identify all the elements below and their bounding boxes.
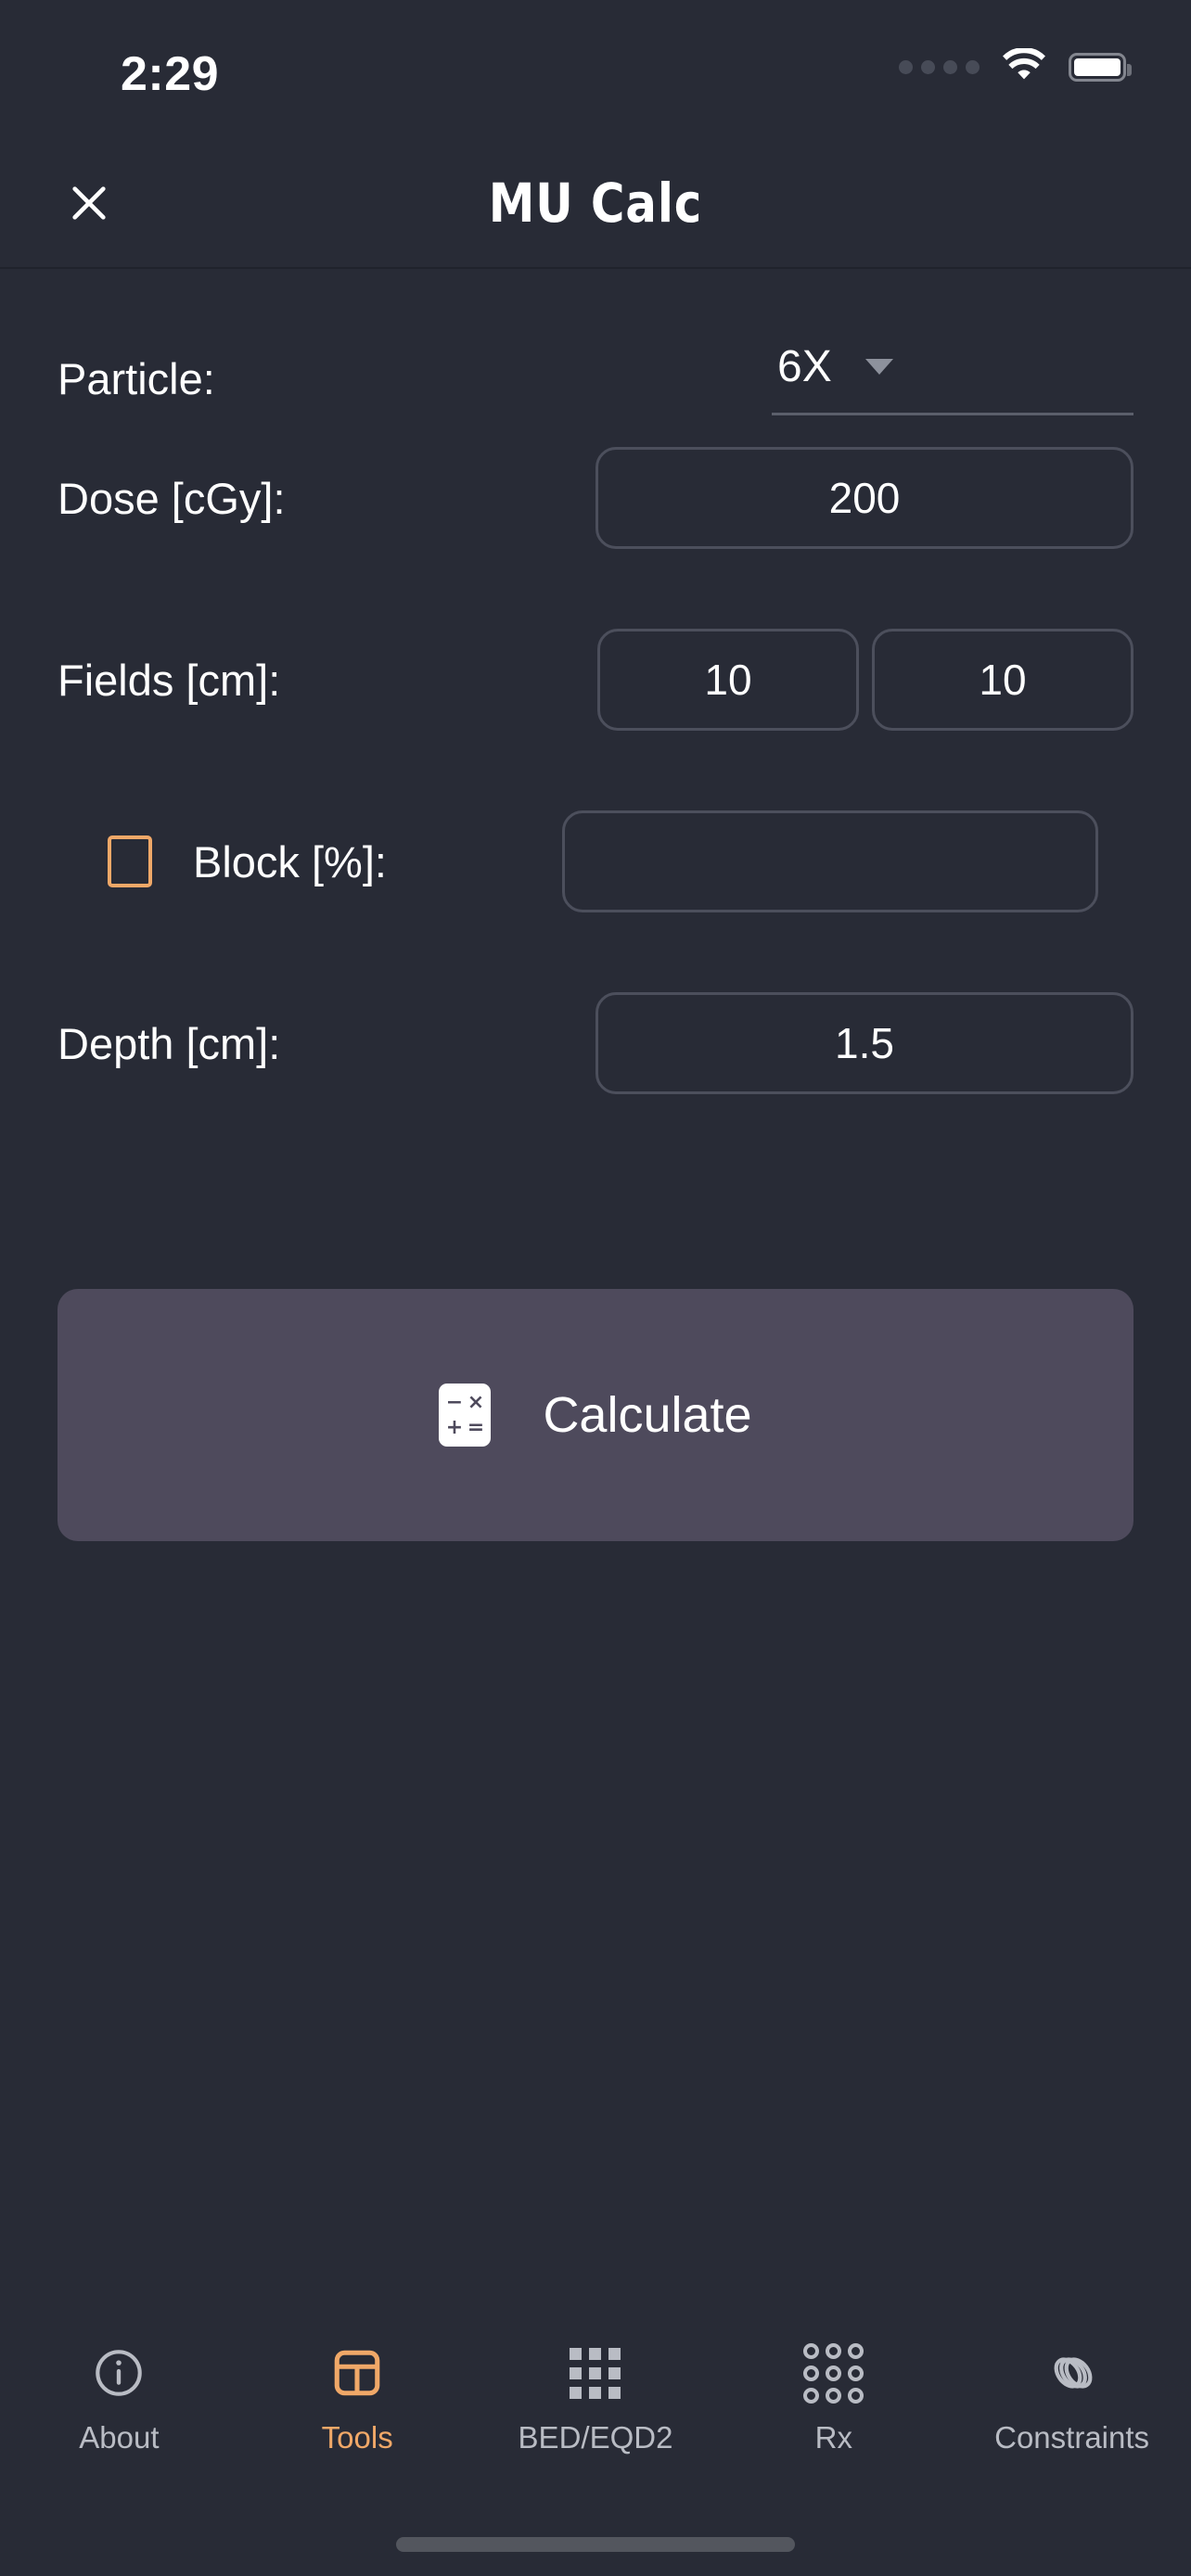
grid-squares-icon: [563, 2340, 628, 2405]
tab-rx-label: Rx: [814, 2420, 852, 2455]
depth-input[interactable]: 1.5: [596, 992, 1133, 1094]
field-x-input[interactable]: 10: [597, 629, 859, 731]
tab-tools[interactable]: Tools: [238, 2340, 477, 2455]
home-indicator-bar[interactable]: [396, 2537, 795, 2552]
cellular-dots-icon: [899, 59, 980, 74]
home-indicator-area: [0, 2513, 1191, 2576]
layout-dashboard-icon: [325, 2340, 390, 2405]
dose-row: Dose [cGy]: 200: [0, 428, 1191, 567]
calculator-icon-equals: =: [467, 1415, 485, 1439]
particle-selected-value: 6X: [777, 342, 832, 391]
block-checkbox[interactable]: [108, 835, 152, 887]
calculator-icon-times: ×: [467, 1390, 485, 1414]
calculate-button[interactable]: − × + = Calculate: [58, 1289, 1133, 1541]
bottom-tab-bar: About Tools BED/EQD2 Rx Constraints: [0, 2318, 1191, 2513]
info-circle-icon: [86, 2340, 151, 2405]
tab-bed-eqd2-label: BED/EQD2: [518, 2420, 673, 2455]
depth-label: Depth [cm]:: [58, 1018, 281, 1068]
particle-select[interactable]: 6X: [772, 341, 1133, 415]
block-label: Block [%]:: [193, 836, 387, 886]
block-row: Block [%]:: [0, 792, 1191, 931]
calculator-icon-minus: −: [445, 1390, 464, 1414]
tab-tools-label: Tools: [321, 2420, 393, 2455]
status-bar-clock: 2:29: [121, 47, 220, 101]
tab-about[interactable]: About: [0, 2340, 238, 2455]
tab-constraints[interactable]: Constraints: [953, 2340, 1191, 2455]
calculator-icon: − × + =: [439, 1384, 492, 1447]
overlapping-rings-icon: [1040, 2340, 1105, 2405]
particle-label: Particle:: [58, 353, 215, 403]
particle-row: Particle: 6X: [0, 334, 1191, 423]
tab-constraints-label: Constraints: [994, 2420, 1150, 2455]
fields-label: Fields [cm]:: [58, 655, 281, 705]
status-bar: 2:29: [0, 0, 1191, 139]
status-bar-indicators: [899, 48, 1132, 85]
calculate-button-container: − × + = Calculate: [0, 1289, 1191, 1541]
calculate-button-label: Calculate: [543, 1387, 752, 1443]
calculator-icon-plus: +: [445, 1415, 464, 1439]
chevron-down-icon: [864, 359, 893, 375]
app-header: MU Calc: [0, 139, 1191, 269]
mu-calc-form: Particle: 6X Dose [cGy]: 200 Fields [cm]…: [0, 269, 1191, 2318]
dose-input[interactable]: 200: [596, 447, 1133, 549]
battery-full-icon: [1069, 52, 1132, 82]
fields-row: Fields [cm]: 10 10: [0, 610, 1191, 749]
tab-about-label: About: [79, 2420, 160, 2455]
fields-inputs-group: 10 10: [597, 629, 1133, 731]
grid-rings-icon: [801, 2340, 866, 2405]
tab-rx[interactable]: Rx: [714, 2340, 953, 2455]
tab-bed-eqd2[interactable]: BED/EQD2: [477, 2340, 715, 2455]
app-screen: 2:29 MU Calc Particle: 6X Dose [cGy]: 20…: [0, 0, 1191, 2576]
wifi-icon: [1003, 48, 1045, 80]
dose-label: Dose [cGy]:: [58, 473, 286, 523]
depth-row: Depth [cm]: 1.5: [0, 974, 1191, 1113]
page-title: MU Calc: [488, 172, 703, 235]
field-y-input[interactable]: 10: [872, 629, 1133, 731]
block-input[interactable]: [562, 810, 1098, 912]
